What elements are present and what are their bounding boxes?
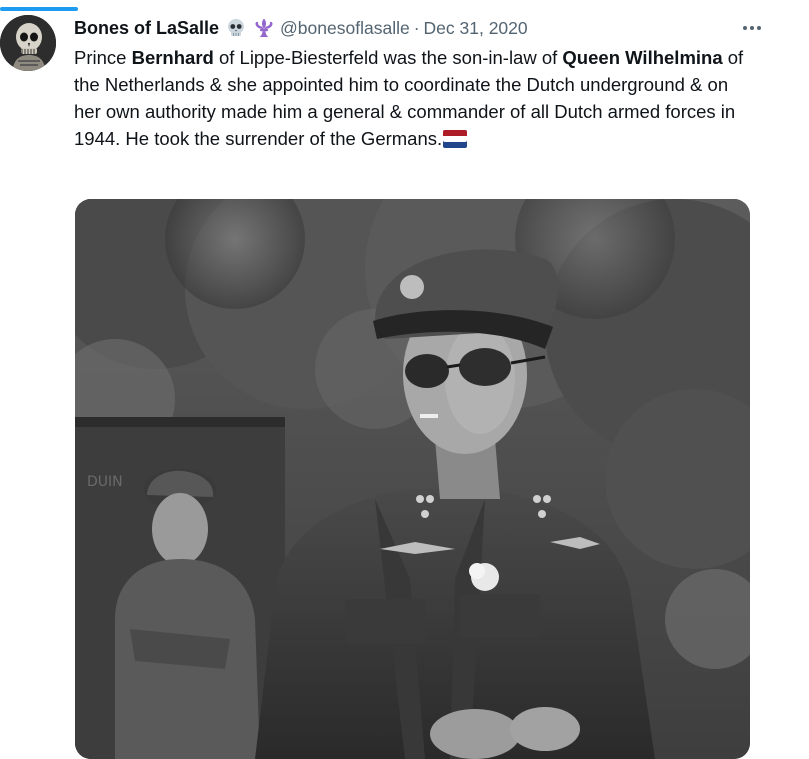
black-and-white-photo: DUIN [75, 199, 750, 759]
tweet-text-part: of Lippe-Biesterfeld was the son-in-law … [213, 47, 563, 68]
wall-sign-text: DUIN [87, 474, 123, 490]
header-separator: · [413, 17, 420, 38]
avatar[interactable] [0, 15, 56, 71]
skull-avatar-image [0, 15, 56, 71]
display-name[interactable]: Bones of LaSalle [74, 18, 219, 39]
more-options-button[interactable] [735, 13, 769, 43]
tweet-photo[interactable]: DUIN [75, 199, 750, 759]
tweet-text: Prince Bernhard of Lippe-Biesterfeld was… [74, 44, 754, 155]
tweet-text-part: Prince [74, 47, 132, 68]
tweet-date[interactable]: Dec 31, 2020 [424, 18, 528, 39]
more-horizontal-icon [743, 26, 761, 30]
skull-emoji-icon [225, 17, 247, 39]
tweet-text-bold: Queen Wilhelmina [562, 47, 723, 68]
fleur-de-lis-icon [253, 17, 275, 39]
tweet: Bones of LaSalle @bonesoflasalle · Dec 3… [0, 0, 809, 759]
tweet-text-bold: Bernhard [131, 47, 214, 68]
tweet-header: Bones of LaSalle @bonesoflasalle · Dec 3… [74, 16, 769, 40]
user-handle[interactable]: @bonesoflasalle [280, 18, 410, 39]
netherlands-flag-icon [443, 128, 468, 155]
